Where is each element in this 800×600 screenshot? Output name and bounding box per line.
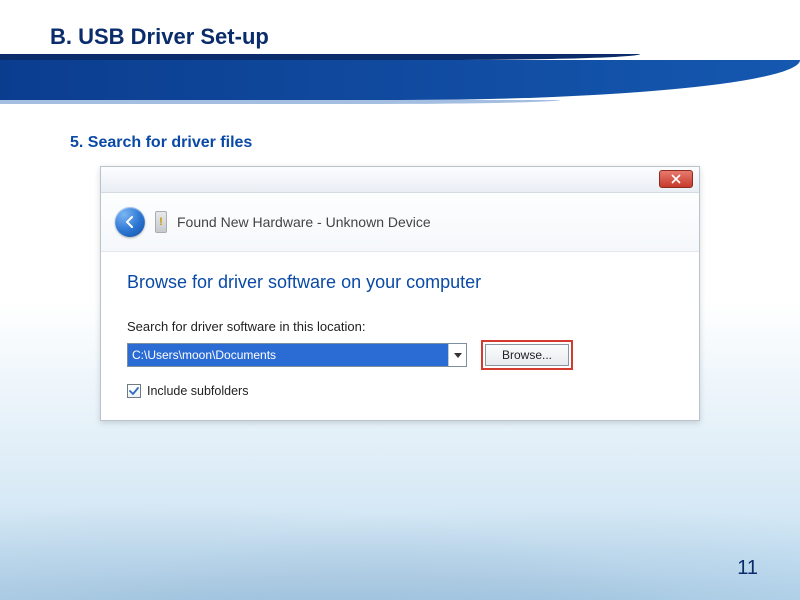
dialog-title: Found New Hardware - Unknown Device <box>177 214 431 230</box>
page-number: 11 <box>737 557 758 580</box>
location-field-label: Search for driver software in this locat… <box>127 319 673 334</box>
close-icon <box>671 174 681 184</box>
check-icon <box>129 387 139 395</box>
decorative-wave <box>0 60 800 100</box>
location-combobox[interactable]: C:\Users\moon\Documents <box>127 343 467 367</box>
dialog-heading: Browse for driver software on your compu… <box>127 272 673 293</box>
browse-button[interactable]: Browse... <box>485 344 569 366</box>
location-row: C:\Users\moon\Documents Browse... <box>127 340 673 370</box>
combobox-arrow[interactable] <box>448 344 466 366</box>
dialog-body: Browse for driver software on your compu… <box>101 252 699 420</box>
step-label: 5. Search for driver files <box>70 134 800 152</box>
include-subfolders-checkbox[interactable] <box>127 384 141 398</box>
browse-highlight: Browse... <box>481 340 573 370</box>
slide-title: B. USB Driver Set-up <box>0 0 800 50</box>
background-art <box>0 480 800 600</box>
back-button[interactable] <box>115 207 145 237</box>
chevron-down-icon <box>454 353 462 358</box>
location-value: C:\Users\moon\Documents <box>128 344 448 366</box>
close-button[interactable] <box>659 170 693 188</box>
dialog-titlebar <box>101 167 699 193</box>
unknown-device-icon <box>155 211 167 233</box>
include-subfolders-label: Include subfolders <box>147 384 248 398</box>
arrow-left-icon <box>122 214 138 230</box>
include-subfolders-row: Include subfolders <box>127 384 673 398</box>
dialog-header: Found New Hardware - Unknown Device <box>101 193 699 252</box>
hardware-wizard-dialog: Found New Hardware - Unknown Device Brow… <box>100 166 700 421</box>
